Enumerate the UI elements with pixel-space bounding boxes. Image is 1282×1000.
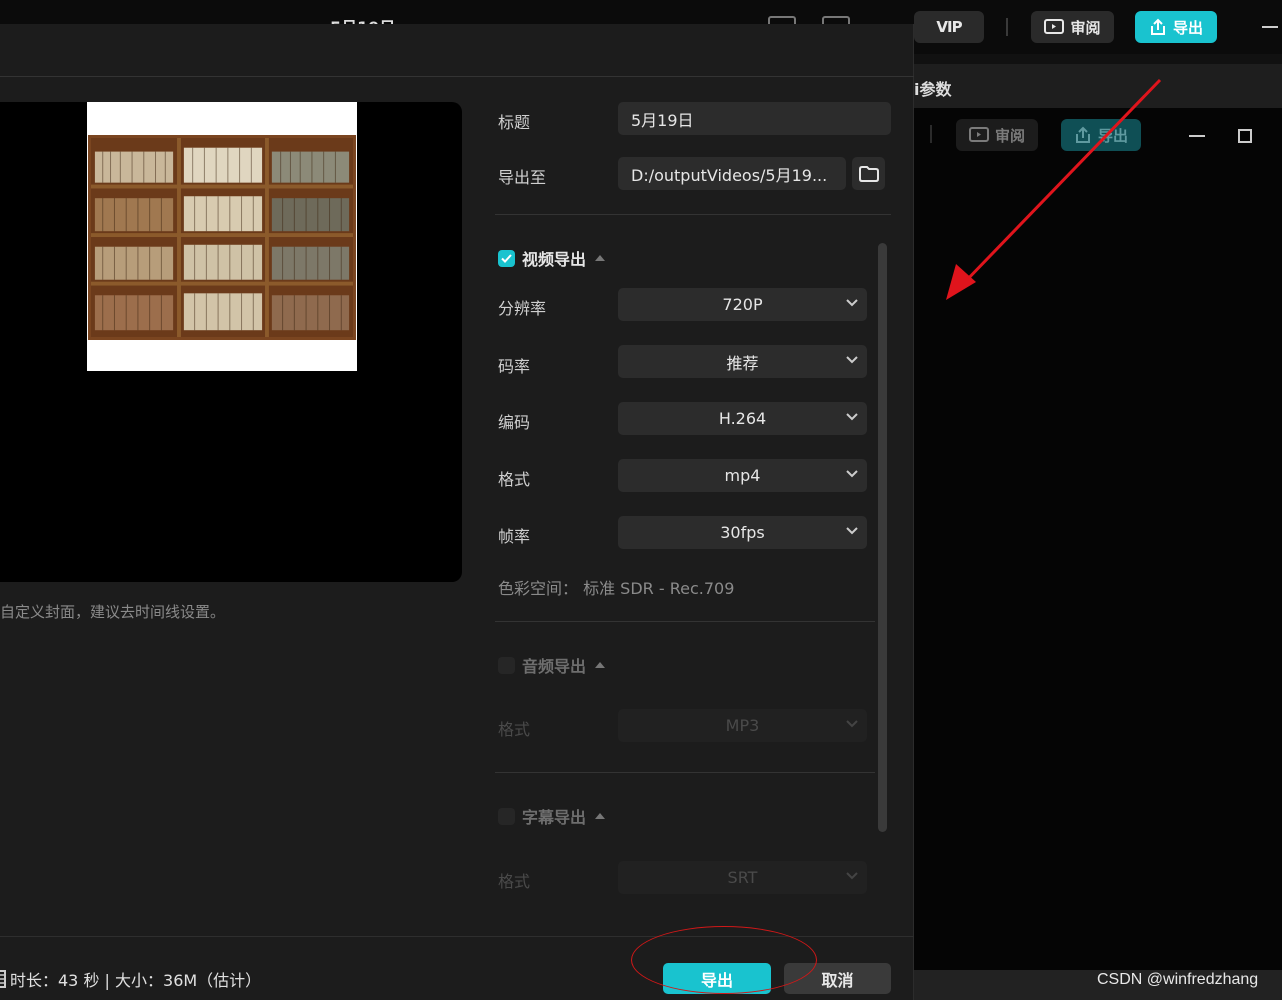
video-export-label: 视频导出 xyxy=(522,250,587,269)
collapse-icon[interactable] xyxy=(595,662,606,668)
audio-format-select[interactable]: MP3 xyxy=(618,709,867,742)
codec-select[interactable]: H.264 xyxy=(618,402,867,435)
collapse-icon[interactable] xyxy=(595,813,606,819)
format-label: 格式 xyxy=(498,470,531,489)
divider xyxy=(495,214,891,215)
chevron-down-icon xyxy=(846,720,858,728)
watermark: CSDN @winfredzhang xyxy=(1097,971,1259,988)
bitrate-value: 推荐 xyxy=(726,353,759,373)
vip-button[interactable]: VIP xyxy=(914,11,984,43)
resolution-select[interactable]: 720P xyxy=(618,288,867,321)
framerate-label: 帧率 xyxy=(498,527,531,546)
codec-label: 编码 xyxy=(498,413,531,432)
subtitle-format-select[interactable]: SRT xyxy=(618,861,867,894)
bitrate-select[interactable]: 推荐 xyxy=(618,345,867,378)
video-export-section: 视频导出 xyxy=(498,246,606,270)
audio-export-checkbox[interactable] xyxy=(498,656,515,674)
collapse-icon[interactable] xyxy=(595,255,606,261)
film-icon xyxy=(0,970,6,988)
dialog-header xyxy=(0,24,914,77)
duration-size-text: 时长：43 秒 | 大小：36M（估计） xyxy=(10,971,262,990)
browse-folder-button[interactable] xyxy=(852,157,885,190)
audio-format-value: MP3 xyxy=(725,716,760,735)
chevron-down-icon xyxy=(846,413,858,421)
color-space-text: 色彩空间： 标准 SDR - Rec.709 xyxy=(498,579,735,598)
secondary-maximize-icon[interactable] xyxy=(1238,129,1252,143)
red-circle-annotation xyxy=(631,926,817,994)
duration-size-info: 时长：43 秒 | 大小：36M（估计） xyxy=(0,967,261,991)
subtitle-export-label: 字幕导出 xyxy=(522,808,587,827)
audio-export-label: 音频导出 xyxy=(522,657,587,676)
audio-format-label: 格式 xyxy=(498,720,531,739)
export-path-input[interactable]: D:/outputVideos/5月19... xyxy=(618,157,846,190)
divider xyxy=(495,621,875,622)
format-value: mp4 xyxy=(724,466,761,485)
video-export-checkbox[interactable] xyxy=(498,249,515,267)
chevron-down-icon xyxy=(846,527,858,535)
vip-label: VIP xyxy=(936,18,962,36)
cover-hint: 未自定义封面，建议去时间线设置。 xyxy=(0,603,226,621)
subtitle-format-value: SRT xyxy=(727,868,758,887)
bookshelf-image xyxy=(88,135,356,340)
video-preview xyxy=(0,102,462,582)
top-export-button[interactable]: 导出 xyxy=(1135,11,1217,43)
divider xyxy=(495,772,875,773)
resolution-label: 分辨率 xyxy=(498,299,547,318)
cover-thumbnail[interactable] xyxy=(87,102,357,371)
framerate-select[interactable]: 30fps xyxy=(618,516,867,549)
chevron-down-icon xyxy=(846,299,858,307)
title-label: 标题 xyxy=(498,113,531,132)
chevron-down-icon xyxy=(846,356,858,364)
review-label: 审阅 xyxy=(1070,18,1101,37)
bitrate-label: 码率 xyxy=(498,357,531,376)
red-arrow-annotation xyxy=(946,78,1162,300)
subtitle-export-section: 字幕导出 xyxy=(498,804,606,828)
subtitle-export-checkbox[interactable] xyxy=(498,807,515,825)
subtitle-format-label: 格式 xyxy=(498,872,531,891)
export-to-label: 导出至 xyxy=(498,168,547,187)
format-select[interactable]: mp4 xyxy=(618,459,867,492)
minimize-icon[interactable] xyxy=(1262,26,1278,28)
secondary-minimize-icon[interactable] xyxy=(1189,135,1205,137)
chevron-down-icon xyxy=(846,872,858,880)
folder-icon xyxy=(858,165,879,182)
audio-export-section: 音频导出 xyxy=(498,653,606,677)
resolution-value: 720P xyxy=(722,295,763,314)
review-button[interactable]: 审阅 xyxy=(1031,11,1114,43)
settings-scrollbar[interactable] xyxy=(878,243,887,832)
framerate-value: 30fps xyxy=(720,523,765,542)
top-export-label: 导出 xyxy=(1172,18,1203,37)
chevron-down-icon xyxy=(846,470,858,478)
toolbar-divider xyxy=(1006,18,1008,36)
review-icon xyxy=(1044,19,1065,34)
codec-value: H.264 xyxy=(718,409,767,428)
share-icon xyxy=(1150,18,1165,35)
check-icon xyxy=(501,253,512,263)
title-input[interactable]: 5月19日 xyxy=(618,102,891,135)
